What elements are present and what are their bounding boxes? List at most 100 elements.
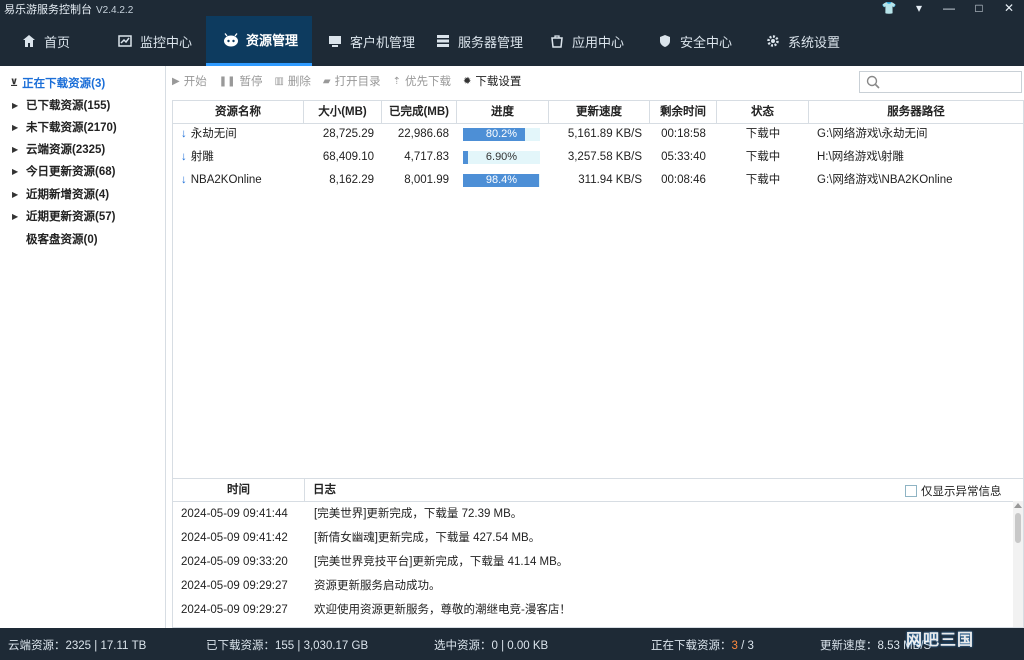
shield-icon: [656, 32, 674, 50]
column-header[interactable]: 进度: [457, 101, 549, 123]
expand-icon[interactable]: ▶: [12, 123, 22, 132]
column-header[interactable]: 已完成(MB): [382, 101, 457, 123]
remaining-cell: 00:08:46: [661, 174, 706, 186]
delete-button[interactable]: ▥ 删除: [274, 73, 310, 89]
toolbar: ▶ 开始 ❚❚ 暂停 ▥ 删除 ▰ 打开目录 ⇡ 优先下载 ✹ 下载设置: [172, 70, 533, 92]
status-cell: 下载中: [745, 174, 781, 186]
maximize-button[interactable]: □: [964, 0, 994, 16]
nav-client[interactable]: 客户机管理: [326, 16, 415, 66]
progress-label: 80.2%: [485, 128, 518, 140]
only-errors-checkbox[interactable]: 仅显示异常信息: [905, 483, 1002, 499]
sidebar-item-recent-new[interactable]: ▶ 近期新增资源(4): [0, 183, 165, 205]
column-header[interactable]: 大小(MB): [304, 101, 382, 123]
table-row[interactable]: ↓ 永劫无间 28,725.29 22,986.68 80.2% 5,161.89…: [173, 123, 1023, 146]
main-content: ⊻ 正在下载资源(3) ▶ 已下载资源(155) ▶ 未下载资源(2170) ▶…: [0, 66, 1024, 628]
expand-icon[interactable]: ▶: [12, 101, 22, 110]
log-panel: 时间 日志 仅显示异常信息 2024-05-09 09:41:44 [完美世界]更…: [172, 478, 1024, 628]
download-settings-button[interactable]: ✹ 下载设置: [463, 73, 521, 89]
log-header: 时间 日志 仅显示异常信息: [173, 479, 1023, 502]
status-cell: 下载中: [745, 151, 781, 163]
nav-monitor[interactable]: 监控中心: [116, 16, 192, 66]
done-cell: 22,986.68: [397, 128, 449, 140]
expand-icon[interactable]: ▶: [12, 212, 22, 221]
menu-icon[interactable]: ▾: [904, 0, 934, 16]
sidebar-item-downloaded[interactable]: ▶ 已下载资源(155): [0, 94, 165, 116]
done-cell: 8,001.99: [404, 174, 449, 186]
sidebar-item-today-updated[interactable]: ▶ 今日更新资源(68): [0, 160, 165, 182]
path-cell: G:\网络游戏\永劫无间: [817, 128, 928, 140]
expand-icon[interactable]: ▶: [12, 145, 22, 154]
log-entry: 2024-05-09 09:41:42 [新倩女幽魂]更新完成，下载量 427.5…: [181, 532, 541, 544]
speed-cell: 5,161.89 KB/S: [567, 128, 642, 140]
sidebar-item-label: 近期更新资源(57): [26, 211, 116, 223]
column-header[interactable]: 更新速度: [549, 101, 650, 123]
sidebar-item-cloud[interactable]: ▶ 云端资源(2325): [0, 138, 165, 160]
sidebar-item-downloading[interactable]: ⊻ 正在下载资源(3): [0, 72, 165, 94]
column-header[interactable]: 资源名称: [173, 101, 304, 123]
table-row[interactable]: ↓ 射雕 68,409.10 4,717.83 6.90% 3,257.58 KB…: [173, 146, 1023, 169]
log-entry: 2024-05-09 09:29:27 欢迎使用资源更新服务，尊敬的潮继电竞-漫客…: [181, 604, 571, 616]
log-scrollbar[interactable]: [1013, 501, 1023, 627]
close-button[interactable]: ✕: [994, 0, 1024, 16]
scroll-thumb[interactable]: [1015, 513, 1021, 543]
download-arrow-icon: ↓: [181, 128, 187, 140]
speed-cell: 3,257.58 KB/S: [567, 151, 642, 163]
log-entry: 2024-05-09 09:41:44 [完美世界]更新完成，下载量 72.39 …: [181, 508, 523, 520]
app-icon: [548, 32, 566, 50]
gear-icon: ✹: [463, 75, 472, 87]
nav-resource[interactable]: 资源管理: [206, 16, 312, 66]
table-row[interactable]: ↓ NBA2KOnline 8,162.29 8,001.99 98.4% 311…: [173, 169, 1023, 192]
column-header[interactable]: 状态: [717, 101, 809, 123]
nav-server[interactable]: 服务器管理: [434, 16, 523, 66]
search-icon: [866, 75, 880, 89]
resource-name-cell: ↓ 永劫无间: [181, 128, 237, 140]
search-box[interactable]: [859, 71, 1022, 93]
sidebar-item-not-downloaded[interactable]: ▶ 未下载资源(2170): [0, 116, 165, 138]
search-input[interactable]: [884, 74, 1018, 92]
gear-icon: [764, 32, 782, 50]
table-header: 资源名称 大小(MB) 已完成(MB) 进度 更新速度 剩余时间 状态 服务器路…: [173, 101, 1023, 124]
start-button[interactable]: ▶ 开始: [172, 73, 207, 89]
status-downloading: 正在下载资源：3 / 3: [651, 640, 754, 652]
pause-icon: ❚❚: [218, 75, 236, 87]
remaining-cell: 05:33:40: [661, 151, 706, 163]
priority-download-button[interactable]: ⇡ 优先下载: [393, 73, 451, 89]
nav-app[interactable]: 应用中心: [548, 16, 624, 66]
status-cloud: 云端资源：2325 | 17.11 TB: [8, 640, 147, 652]
open-directory-button[interactable]: ▰ 打开目录: [323, 73, 381, 89]
minimize-button[interactable]: —: [934, 0, 964, 16]
checkbox-box[interactable]: [905, 485, 917, 497]
progress-cell: 6.90%: [457, 146, 549, 169]
title-bar: 易乐游服务控制台 V2.4.2.2 👕 ▾ — □ ✕: [0, 0, 1024, 16]
sidebar-item-geek-disk[interactable]: 极客盘资源(0): [0, 228, 165, 250]
sidebar-item-recent-updated[interactable]: ▶ 近期更新资源(57): [0, 205, 165, 227]
done-cell: 4,717.83: [404, 151, 449, 163]
nav-label: 客户机管理: [350, 34, 416, 50]
path-cell: H:\网络游戏\射雕: [817, 151, 904, 163]
download-arrow-icon: ↓: [181, 151, 187, 163]
progress-bar: 98.4%: [463, 174, 540, 187]
log-entry: 2024-05-09 09:29:27 资源更新服务启动成功。: [181, 580, 441, 592]
expand-icon[interactable]: ▶: [12, 167, 22, 176]
pause-button[interactable]: ❚❚ 暂停: [219, 73, 263, 89]
skin-icon[interactable]: 👕: [874, 0, 904, 16]
speed-cell: 311.94 KB/S: [578, 174, 642, 186]
nav-security[interactable]: 安全中心: [656, 16, 732, 66]
home-icon: [20, 32, 38, 50]
app-version: V2.4.2.2: [96, 5, 134, 16]
nav-label: 首页: [44, 34, 71, 50]
watermark-logo: 网吧三国: [906, 632, 975, 649]
sidebar-item-label: 近期新增资源(4): [26, 189, 110, 201]
sidebar-item-label: 今日更新资源(68): [26, 166, 116, 178]
sidebar-item-label: 未下载资源(2170): [26, 122, 117, 134]
progress-bar: 80.2%: [463, 128, 540, 141]
expand-icon[interactable]: ▶: [12, 190, 22, 199]
column-header[interactable]: 服务器路径: [809, 101, 1023, 123]
nav-label: 监控中心: [140, 34, 193, 50]
nav-home[interactable]: 首页: [20, 16, 70, 66]
scroll-up-icon[interactable]: [1014, 503, 1022, 508]
column-header[interactable]: 剩余时间: [650, 101, 717, 123]
monitor-icon: [116, 32, 134, 50]
nav-settings[interactable]: 系统设置: [764, 16, 840, 66]
sidebar-item-label: 正在下载资源(3): [22, 78, 106, 90]
